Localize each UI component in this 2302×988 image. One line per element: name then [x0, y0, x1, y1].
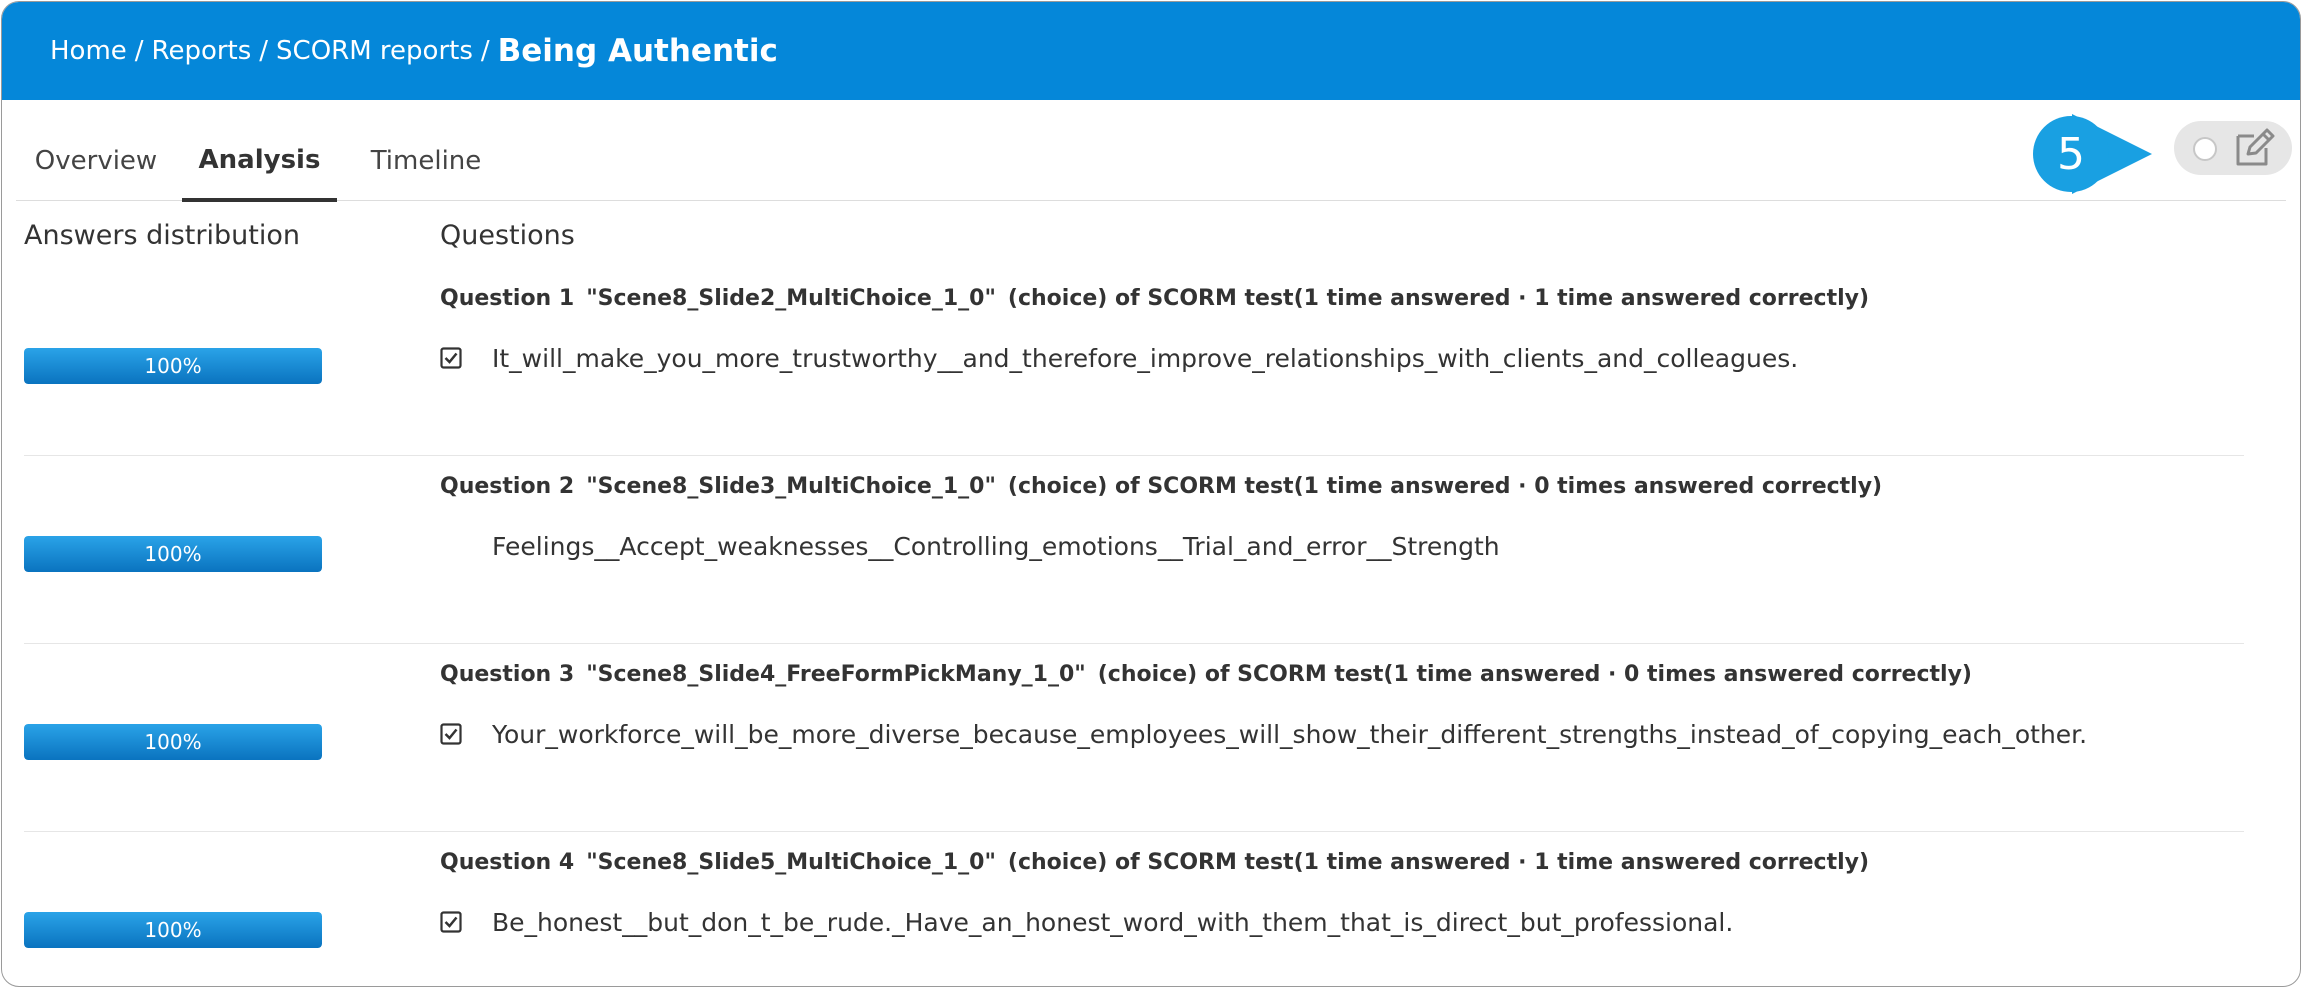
tab-timeline[interactable]: Timeline: [346, 122, 506, 200]
answer-item: Your_workforce_will_be_more_diverse_beca…: [440, 714, 2087, 754]
distribution-bar: 100%: [24, 912, 322, 948]
distribution-percent: 100%: [144, 542, 202, 566]
question-title: Question 4 "Scene8_Slide5_MultiChoice_1_0…: [440, 850, 1869, 875]
answer-text: Be_honest__but_don_t_be_rude._Have_an_ho…: [492, 907, 1734, 937]
question-number: Question 3: [440, 662, 575, 687]
header-bar: Home / Reports / SCORM reports / Being A…: [2, 2, 2300, 100]
breadcrumb-separator: /: [480, 36, 490, 66]
breadcrumb-separator: /: [259, 36, 269, 66]
answer-text: It_will_make_you_more_trustworthy__and_t…: [492, 343, 1799, 373]
question-id: "Scene8_Slide5_MultiChoice_1_0": [586, 850, 996, 875]
question-id: "Scene8_Slide3_MultiChoice_1_0": [586, 474, 996, 499]
answer-text: Feelings__Accept_weaknesses__Controlling…: [492, 531, 1500, 561]
app-window: Home / Reports / SCORM reports / Being A…: [1, 1, 2301, 987]
breadcrumb-separator: /: [134, 36, 144, 66]
question-id: "Scene8_Slide4_FreeFormPickMany_1_0": [586, 662, 1086, 687]
question-title: Question 2 "Scene8_Slide3_MultiChoice_1_0…: [440, 474, 1882, 499]
question-title: Question 1 "Scene8_Slide2_MultiChoice_1_0…: [440, 286, 1869, 311]
question-stats: (choice) of SCORM test(1 time answered ·…: [1007, 850, 1870, 875]
breadcrumb-reports[interactable]: Reports: [152, 36, 252, 66]
question-title: Question 3 "Scene8_Slide4_FreeFormPickMan…: [440, 662, 1972, 687]
question-row: 100% Question 1 "Scene8_Slide2_MultiChoic…: [24, 268, 2244, 456]
answer-item: Be_honest__but_don_t_be_rude._Have_an_ho…: [440, 902, 1733, 942]
toggle-knob: [2193, 137, 2217, 161]
question-stats: (choice) of SCORM test(1 time answered ·…: [1007, 474, 1883, 499]
answer-item: It_will_make_you_more_trustworthy__and_t…: [440, 338, 1798, 378]
checkbox-checked-icon: [440, 911, 462, 933]
distribution-bar: 100%: [24, 724, 322, 760]
tab-overview[interactable]: Overview: [16, 122, 176, 200]
answer-item: Feelings__Accept_weaknesses__Controlling…: [440, 526, 1500, 566]
question-row: 100% Question 2 "Scene8_Slide3_MultiChoic…: [24, 456, 2244, 644]
answer-text: Your_workforce_will_be_more_diverse_beca…: [492, 719, 2088, 749]
distribution-bar: 100%: [24, 348, 322, 384]
distribution-percent: 100%: [144, 730, 202, 754]
question-stats: (choice) of SCORM test(1 time answered ·…: [1097, 662, 1972, 687]
answer-no-check: [440, 535, 462, 557]
distribution-bar: 100%: [24, 536, 322, 572]
edit-icon: [2236, 128, 2275, 166]
question-number: Question 1: [440, 286, 575, 311]
tab-bar: Overview Analysis Timeline: [16, 122, 2286, 202]
question-stats: (choice) of SCORM test(1 time answered ·…: [1007, 286, 1870, 311]
page-title: Being Authentic: [497, 33, 778, 69]
breadcrumb-home[interactable]: Home: [50, 36, 127, 66]
tab-analysis[interactable]: Analysis: [182, 122, 337, 202]
checkbox-checked-icon: [440, 723, 462, 745]
question-row: 100% Question 4 "Scene8_Slide5_MultiChoic…: [24, 832, 2244, 986]
question-number: Question 2: [440, 474, 575, 499]
edit-mode-toggle[interactable]: [2174, 121, 2292, 175]
questions-heading: Questions: [440, 220, 575, 251]
checkbox-checked-icon: [440, 347, 462, 369]
distribution-percent: 100%: [144, 918, 202, 942]
breadcrumb: Home / Reports / SCORM reports / Being A…: [50, 2, 778, 100]
distribution-percent: 100%: [144, 354, 202, 378]
breadcrumb-scorm-reports[interactable]: SCORM reports: [276, 36, 473, 66]
question-number: Question 4: [440, 850, 575, 875]
question-row: 100% Question 3 "Scene8_Slide4_FreeFormPi…: [24, 644, 2244, 832]
question-id: "Scene8_Slide2_MultiChoice_1_0": [586, 286, 996, 311]
step-callout-badge: 5: [2033, 116, 2109, 192]
answers-distribution-heading: Answers distribution: [24, 220, 300, 251]
